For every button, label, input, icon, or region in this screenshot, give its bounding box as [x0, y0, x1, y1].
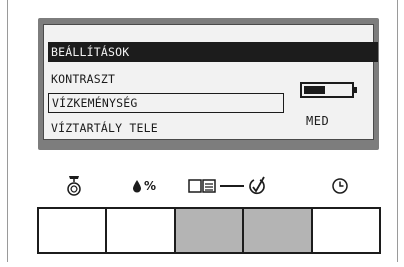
display-bezel: BEÁLLÍTÁSOK KONTRASZT VÍZKEMÉNYSÉG VÍZTA…: [38, 18, 379, 150]
menu-book-icon: [184, 174, 220, 198]
menu-item-water-hardness[interactable]: VÍZKEMÉNYSÉG: [48, 93, 284, 113]
menu-item-water-tank-full[interactable]: VÍZTARTÁLY TELE: [48, 118, 158, 138]
menu-item-contrast[interactable]: KONTRASZT: [48, 69, 115, 89]
hardness-level-bar: [300, 82, 357, 98]
level-bar-tab: [354, 87, 357, 93]
hardness-level-label: MED: [306, 114, 330, 128]
clock-icon: [322, 174, 358, 198]
button-3[interactable]: [175, 209, 243, 252]
confirm-check-icon: [244, 174, 270, 198]
button-4[interactable]: [244, 209, 311, 252]
button-5[interactable]: [312, 209, 380, 252]
button-row: [37, 207, 381, 254]
control-panel: BEÁLLÍTÁSOK KONTRASZT VÍZKEMÉNYSÉG VÍZTA…: [7, 0, 398, 262]
lcd-display: BEÁLLÍTÁSOK KONTRASZT VÍZKEMÉNYSÉG VÍZTA…: [43, 24, 378, 140]
percent-label: %: [143, 179, 157, 193]
descale-icon: [56, 174, 92, 198]
button-2[interactable]: [107, 209, 174, 252]
hardness-level-fill: [304, 86, 325, 94]
water-hardness-icon: %: [124, 174, 164, 198]
menu-title: BEÁLLÍTÁSOK: [48, 42, 378, 62]
dash-separator: [219, 174, 245, 198]
button-1[interactable]: [39, 209, 106, 252]
